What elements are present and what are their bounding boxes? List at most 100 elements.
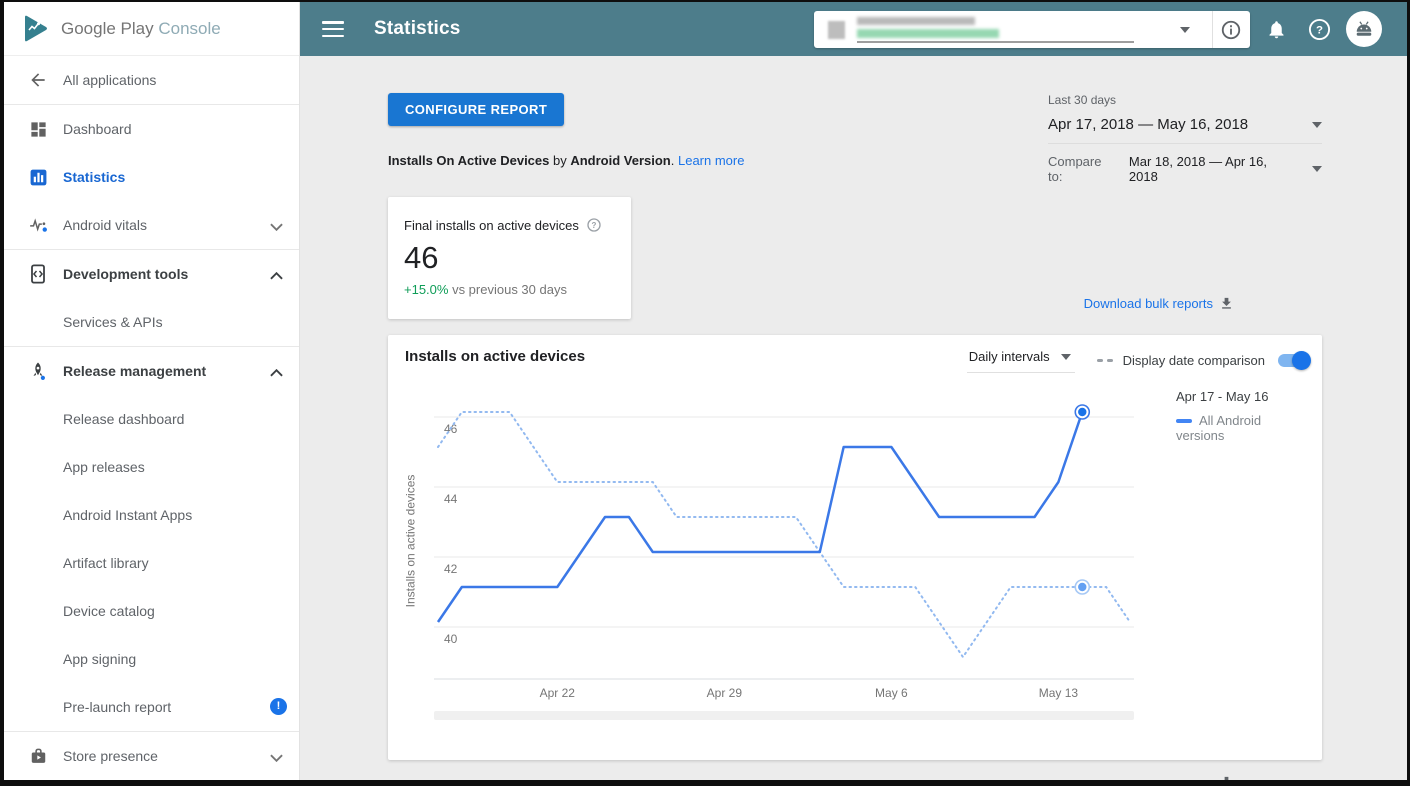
svg-text:42: 42 [444,562,458,576]
info-icon[interactable] [1213,10,1250,50]
dotted-line-icon [1097,358,1114,363]
help-circle-icon[interactable]: ? [586,217,602,233]
svg-text:?: ? [591,221,596,230]
sidebar-item-label: Pre-launch report [63,699,171,715]
series-swatch [1176,419,1192,423]
svg-text:Apr 29: Apr 29 [707,686,743,700]
sidebar: Google Play Console All applications Dash… [4,2,300,780]
interval-dropdown[interactable]: Daily intervals [967,347,1075,373]
arrow-back-icon [27,70,49,90]
sidebar-item-device-catalog[interactable]: Device catalog [4,587,299,635]
svg-text:44: 44 [444,492,458,506]
chevron-down-icon[interactable] [270,749,283,767]
sidebar-item-release-management[interactable]: Release management [4,347,299,395]
date-comparison-label: Display date comparison [1123,353,1265,368]
date-comparison-toggle[interactable] [1278,354,1308,367]
compare-selector[interactable]: Compare to: Mar 18, 2018 — Apr 16, 2018 [1048,144,1322,184]
chevron-down-icon[interactable] [270,218,283,236]
dropdown-caret-icon[interactable] [1180,27,1190,33]
sidebar-item-app-releases[interactable]: App releases [4,443,299,491]
summary-value: 46 [404,240,615,276]
sidebar-item-label: Artifact library [63,555,149,571]
statistics-icon [27,168,49,187]
download-icon[interactable] [1219,296,1234,311]
sidebar-item-label: Development tools [63,266,188,282]
sidebar-item-pre-launch-report[interactable]: Pre-launch report! [4,683,299,731]
configure-report-button[interactable]: CONFIGURE REPORT [388,93,564,126]
compare-label: Compare to: [1048,154,1119,184]
summary-delta: +15.0% vs previous 30 days [404,282,615,297]
line-chart[interactable]: 46444240Apr 22Apr 29May 6May 13 [434,392,1134,704]
sidebar-item-development-tools[interactable]: Development tools [4,250,299,298]
app-window: Statistics ? [0,0,1410,786]
sidebar-item-label: Release management [63,363,206,379]
sidebar-item-label: Services & APIs [63,314,163,330]
legend-series: All Android versions [1176,413,1306,443]
sidebar-item-label: Release dashboard [63,411,184,427]
date-range-value: Apr 17, 2018 — May 16, 2018 [1048,116,1248,133]
download-bulk-reports-cutoff: Download bulk reports [300,775,1234,782]
development-tools-icon [27,264,49,284]
chevron-up-icon[interactable] [270,267,283,285]
sidebar-item-app-signing[interactable]: App signing [4,635,299,683]
download-bulk-reports: Download bulk reports [300,296,1234,311]
download-icon [1219,775,1234,786]
download-bulk-reports-link-2[interactable]: Download bulk reports [1086,778,1215,786]
learn-more-link[interactable]: Learn more [678,153,744,168]
chart-title: Installs on active devices [405,348,585,365]
logo-wordmark: Google Play Console [61,19,221,39]
sidebar-item-store-presence[interactable]: Store presence [4,732,299,780]
chart-controls: Daily intervals Display date comparison [967,347,1308,373]
help-icon[interactable]: ? [1299,9,1339,49]
app-icon-redacted [828,21,845,39]
avatar-android-icon[interactable] [1346,11,1382,47]
sidebar-item-label: Store presence [63,748,158,764]
app-name-redacted [857,17,1134,43]
menu-icon[interactable] [322,21,344,37]
sidebar-item-release-dashboard[interactable]: Release dashboard [4,395,299,443]
sidebar-item-label: All applications [63,72,156,88]
alert-badge: ! [270,698,287,715]
sidebar-item-artifact-library[interactable]: Artifact library [4,539,299,587]
chart-range-scrollbar[interactable] [434,711,1134,720]
sidebar-item-label: Android Instant Apps [63,507,192,523]
notifications-bell-icon[interactable] [1256,9,1296,49]
sidebar-item-android-vitals[interactable]: Android vitals [4,201,299,249]
sidebar-item-label: App signing [63,651,136,667]
sidebar-item-all-applications[interactable]: All applications [4,56,299,104]
page-title: Statistics [374,18,460,40]
sidebar-item-label: App releases [63,459,145,475]
dropdown-caret-icon [1312,122,1322,128]
dropdown-caret-icon [1061,354,1071,360]
svg-text:40: 40 [444,632,458,646]
compare-value: Mar 18, 2018 — Apr 16, 2018 [1129,154,1298,184]
dimension-name: Android Version [570,153,670,168]
dropdown-caret-icon [1312,166,1322,172]
main-content: CONFIGURE REPORT Installs On Active Devi… [300,56,1407,780]
sidebar-item-dashboard[interactable]: Dashboard [4,105,299,153]
chevron-up-icon[interactable] [270,364,283,382]
release-management-icon [27,361,49,382]
top-app-bar: Statistics ? [300,2,1407,56]
app-selector[interactable] [814,11,1250,48]
google-play-console-logo: Google Play Console [4,2,299,56]
legend-period: Apr 17 - May 16 [1176,389,1306,404]
sidebar-item-statistics[interactable]: Statistics [4,153,299,201]
dashboard-icon [27,120,49,139]
svg-text:Apr 22: Apr 22 [540,686,576,700]
sidebar-item-android-instant-apps[interactable]: Android Instant Apps [4,491,299,539]
sidebar-item-label: Dashboard [63,121,132,137]
sidebar-item-services-apis[interactable]: Services & APIs [4,298,299,346]
summary-card-title: Final installs on active devices ? [404,217,615,233]
date-range-block: Last 30 days Apr 17, 2018 — May 16, 2018… [1048,93,1322,184]
sidebar-item-label: Device catalog [63,603,155,619]
download-bulk-reports-link[interactable]: Download bulk reports [1084,296,1213,311]
store-presence-icon [27,747,49,766]
delta-percent: +15.0% [404,282,448,297]
interval-dropdown-value: Daily intervals [969,349,1050,364]
date-range-selector[interactable]: Apr 17, 2018 — May 16, 2018 [1048,107,1322,144]
svg-text:?: ? [1316,24,1323,36]
play-console-logo-icon [22,14,50,44]
chart-legend: Apr 17 - May 16 All Android versions [1176,389,1306,443]
y-axis-title: Installs on active devices [402,392,418,689]
